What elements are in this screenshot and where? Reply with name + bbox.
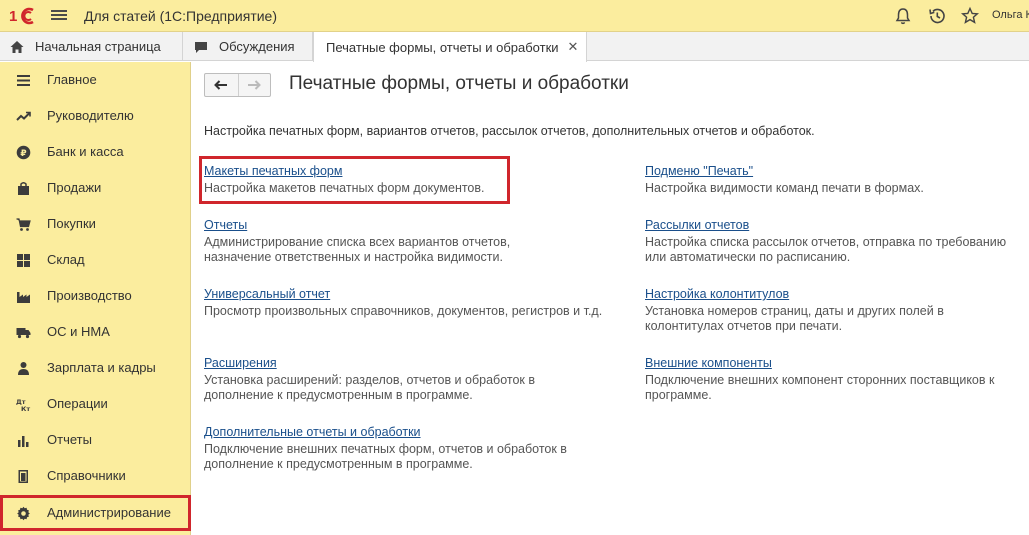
sidebar-item-catalogs[interactable]: Справочники bbox=[0, 458, 191, 494]
section-additional-reports: Дополнительные отчеты и обработки Подклю… bbox=[204, 424, 567, 472]
page-intro: Настройка печатных форм, вариантов отчет… bbox=[204, 124, 815, 138]
forward-button[interactable] bbox=[237, 74, 271, 96]
sidebar-item-reports[interactable]: Отчеты bbox=[0, 422, 191, 458]
history-nav bbox=[204, 73, 271, 97]
sidebar-item-operations[interactable]: Дт Кт Операции bbox=[0, 386, 191, 422]
tab-label: Обсуждения bbox=[219, 39, 295, 54]
headers-footers-link[interactable]: Настройка колонтитулов bbox=[645, 286, 789, 302]
home-icon bbox=[10, 40, 24, 53]
svg-text:1: 1 bbox=[9, 8, 17, 25]
tab-print-forms[interactable]: Печатные формы, отчеты и обработки ✕ bbox=[313, 32, 587, 62]
sidebar-item-main[interactable]: Главное bbox=[0, 62, 191, 98]
sidebar-item-salary[interactable]: Зарплата и кадры bbox=[0, 350, 191, 386]
shopping-bag-icon bbox=[18, 182, 29, 195]
tab-home[interactable]: Начальная страница bbox=[0, 32, 183, 61]
sidebar-item-purchases[interactable]: Покупки bbox=[0, 206, 191, 242]
extensions-link[interactable]: Расширения bbox=[204, 355, 277, 371]
tab-discussions[interactable]: Обсуждения bbox=[183, 32, 313, 61]
gear-icon bbox=[17, 506, 30, 521]
bar-chart-icon bbox=[18, 436, 29, 447]
warehouse-grid-icon bbox=[17, 254, 30, 267]
section-description: Подключение внешних компонент сторонних … bbox=[645, 373, 995, 402]
sidebar-item-warehouse[interactable]: Склад bbox=[0, 242, 191, 278]
print-templates-link[interactable]: Макеты печатных форм bbox=[204, 163, 342, 179]
universal-report-link[interactable]: Универсальный отчет bbox=[204, 286, 330, 302]
section-description: Установка расширений: разделов, отчетов … bbox=[204, 373, 535, 402]
factory-icon bbox=[17, 292, 30, 303]
truck-icon bbox=[16, 328, 31, 339]
window-title: Для статей (1С:Предприятие) bbox=[84, 8, 277, 24]
additional-reports-link[interactable]: Дополнительные отчеты и обработки bbox=[204, 424, 421, 440]
section-print-templates: Макеты печатных форм Настройка макетов п… bbox=[204, 163, 485, 196]
sidebar-item-fixed-assets[interactable]: ОС и НМА bbox=[0, 314, 191, 350]
svg-text:Кт: Кт bbox=[21, 405, 30, 412]
bell-icon[interactable] bbox=[893, 6, 913, 26]
1c-logo: 1 bbox=[9, 7, 34, 25]
section-description: Настройка макетов печатных форм документ… bbox=[204, 181, 485, 195]
trend-icon bbox=[16, 111, 31, 121]
book-icon bbox=[18, 470, 28, 483]
sidebar-item-sales[interactable]: Продажи bbox=[0, 170, 191, 206]
section-external-components: Внешние компоненты Подключение внешних к… bbox=[645, 355, 994, 403]
close-icon[interactable]: ✕ bbox=[568, 39, 579, 55]
sidebar-item-administration[interactable]: Администрирование bbox=[0, 495, 191, 531]
reports-link[interactable]: Отчеты bbox=[204, 217, 247, 233]
cart-icon bbox=[16, 218, 31, 231]
section-headers-footers: Настройка колонтитулов Установка номеров… bbox=[645, 286, 944, 334]
history-icon[interactable] bbox=[927, 6, 947, 26]
arrow-left-icon bbox=[214, 80, 228, 90]
section-description: Администрирование списка всех вариантов … bbox=[204, 235, 511, 264]
sidebar-item-production[interactable]: Производство bbox=[0, 278, 191, 314]
section-print-submenu: Подменю "Печать" Настройка видимости ком… bbox=[645, 163, 924, 196]
section-description: Подключение внешних печатных форм, отчет… bbox=[204, 442, 567, 471]
print-submenu-link[interactable]: Подменю "Печать" bbox=[645, 163, 753, 179]
tab-bar: Начальная страница Обсуждения Печатные ф… bbox=[0, 32, 1029, 62]
ruble-coin-icon: ₽ bbox=[16, 145, 31, 160]
svg-text:₽: ₽ bbox=[20, 149, 26, 159]
section-description: Настройка списка рассылок отчетов, отпра… bbox=[645, 235, 1007, 264]
arrow-right-icon bbox=[248, 80, 262, 90]
sections-sidebar: Главное Руководителю ₽ Банк и касса Прод… bbox=[0, 62, 191, 535]
main-menu-button[interactable] bbox=[51, 8, 67, 24]
tab-label: Начальная страница bbox=[35, 39, 161, 54]
dt-kt-icon: ДтКт bbox=[16, 398, 30, 412]
section-report-mailings: Рассылки отчетов Настройка списка рассыл… bbox=[645, 217, 1006, 265]
menu-lines-icon bbox=[17, 75, 30, 86]
back-button[interactable] bbox=[205, 74, 238, 96]
page-title: Печатные формы, отчеты и обработки bbox=[289, 73, 629, 94]
main-content: Печатные формы, отчеты и обработки Настр… bbox=[192, 62, 1029, 535]
section-extensions: Расширения Установка расширений: раздело… bbox=[204, 355, 535, 403]
tab-label: Печатные формы, отчеты и обработки bbox=[326, 39, 559, 55]
section-description: Установка номеров страниц, даты и других… bbox=[645, 304, 944, 333]
sidebar-item-manager[interactable]: Руководителю bbox=[0, 98, 191, 134]
chat-icon bbox=[195, 41, 207, 53]
external-components-link[interactable]: Внешние компоненты bbox=[645, 355, 772, 371]
user-name[interactable]: Ольга К bbox=[992, 9, 1029, 21]
sidebar-item-bank[interactable]: ₽ Банк и касса bbox=[0, 134, 191, 170]
section-reports: Отчеты Администрирование списка всех вар… bbox=[204, 217, 510, 265]
section-universal-report: Универсальный отчет Просмотр произвольны… bbox=[204, 286, 602, 319]
person-icon bbox=[18, 362, 29, 375]
report-mailings-link[interactable]: Рассылки отчетов bbox=[645, 217, 749, 233]
star-icon[interactable] bbox=[960, 6, 980, 26]
section-description: Просмотр произвольных справочников, доку… bbox=[204, 304, 603, 318]
title-bar: 1 Для статей (1С:Предприятие) Ольга К bbox=[0, 0, 1029, 32]
section-description: Настройка видимости команд печати в форм… bbox=[645, 181, 924, 195]
